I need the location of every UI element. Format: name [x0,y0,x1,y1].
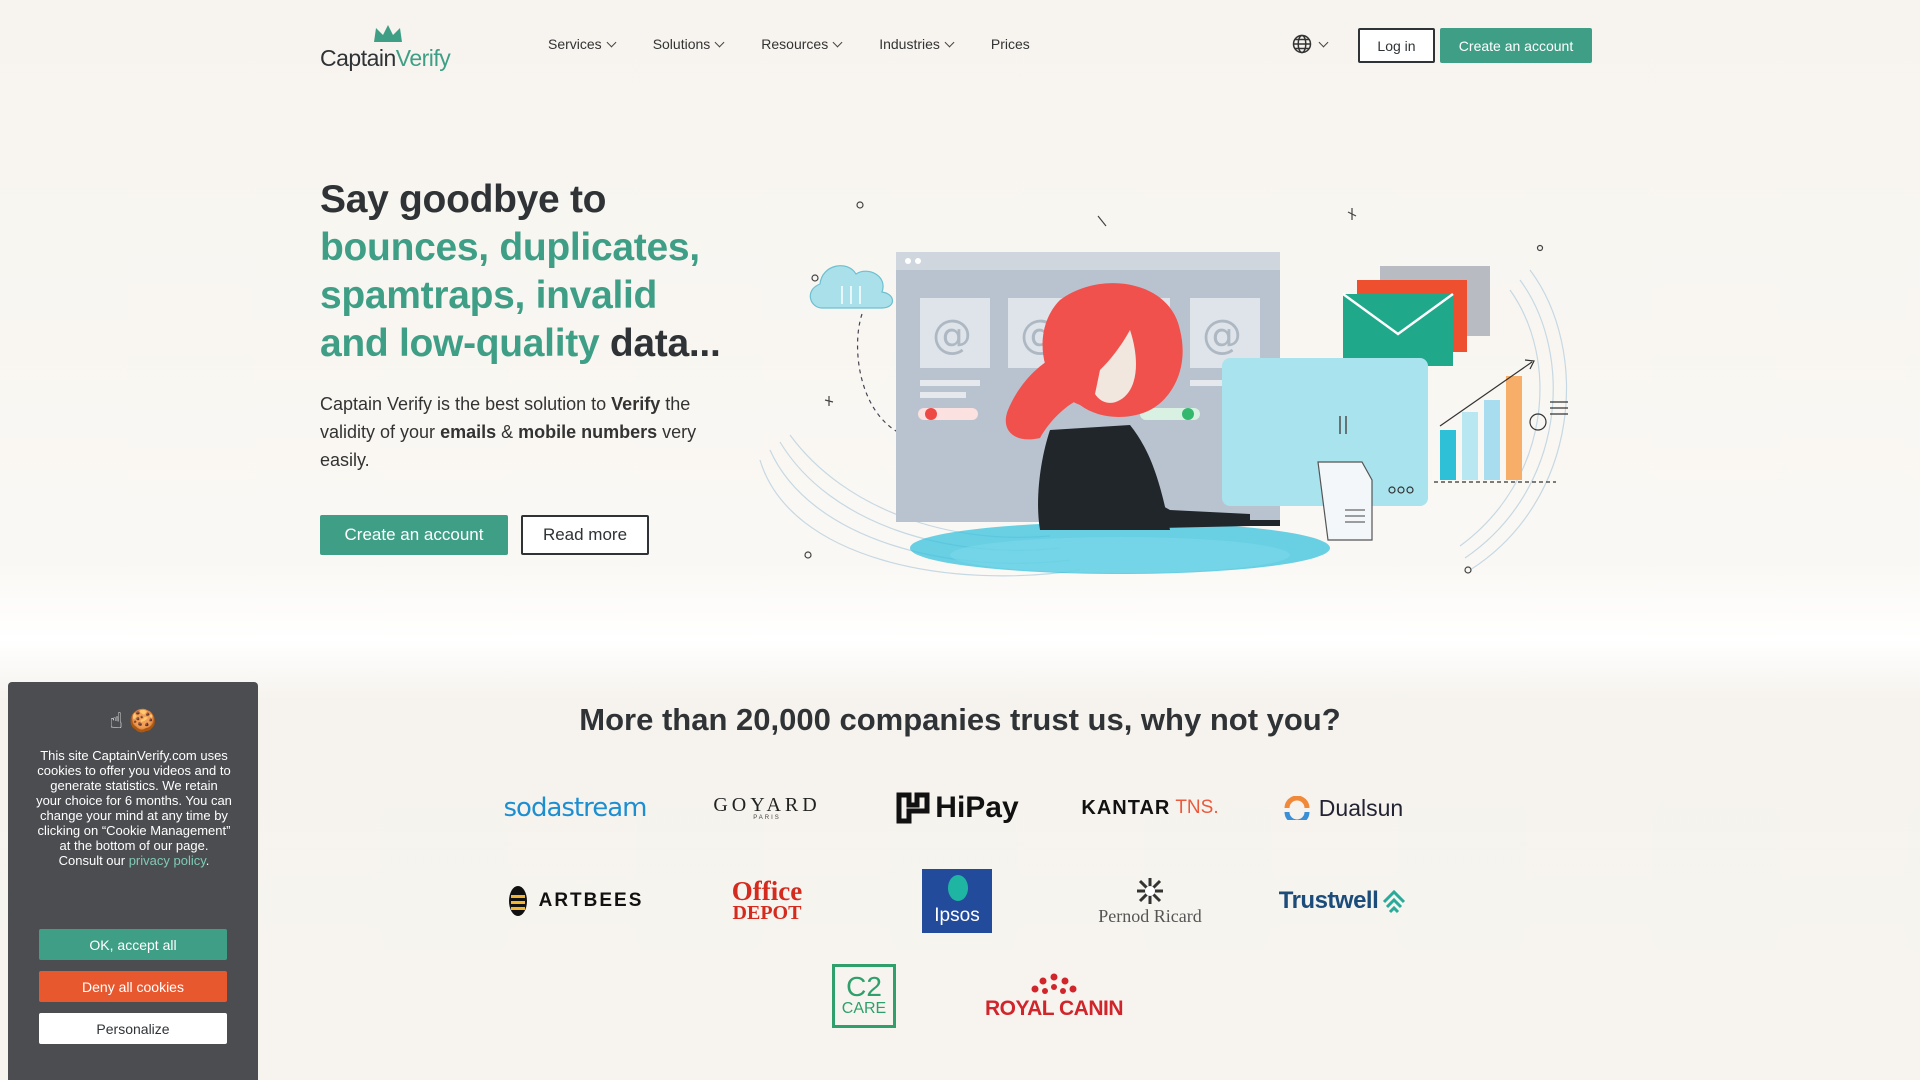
logo-wordmark: CaptainVerify [320,45,451,71]
create-account-button[interactable]: Create an account [1440,28,1592,63]
pernod-star-icon [1137,877,1163,904]
cookie-banner: ☝ 🍪 This site CaptainVerify.com uses coo… [8,682,258,1080]
captain-verify-logo[interactable]: CaptainVerify [320,24,470,74]
deny-all-cookies-button[interactable]: Deny all cookies [39,971,227,1002]
svg-text:@: @ [1202,312,1242,358]
language-selector[interactable] [1292,34,1329,54]
chevron-down-icon [944,37,955,47]
logo-c2-care: C2 CARE [779,961,949,1031]
chevron-down-icon [606,37,617,47]
hipay-mark-icon [896,792,930,824]
cookie-icon: ☝ 🍪 [109,708,157,733]
personalize-cookies-button[interactable]: Personalize [39,1013,227,1044]
dualsun-mark-icon [1284,796,1310,820]
chevron-down-icon [1318,37,1329,47]
main-nav: Services Solutions Resources Industries … [548,36,1068,52]
read-more-button[interactable]: Read more [521,515,649,555]
cloud-icon [809,265,894,309]
logo-goyard: GOYARD PARIS [713,794,821,821]
hero-illustration: @ @ @ [759,201,1568,577]
logo-dualsun: Dualsun [1258,773,1428,843]
logo-hipay: HiPay [872,773,1042,843]
hero-create-account-button[interactable]: Create an account [320,515,508,555]
logo-kantar-tns: KANTAR TNS. [1081,796,1219,819]
trustwell-mark-icon [1383,889,1406,914]
logo-artbees: ARTBEES [490,866,660,936]
logo-sodastream: sodastream [503,793,647,823]
privacy-policy-link[interactable]: privacy policy [129,853,206,868]
accept-all-cookies-button[interactable]: OK, accept all [39,929,227,960]
nav-item-services[interactable]: Services [548,36,617,52]
crown-icon [374,25,402,42]
login-button[interactable]: Log in [1358,28,1435,63]
nav-item-prices[interactable]: Prices [991,36,1030,52]
globe-icon [1292,34,1312,54]
hero-title: Say goodbye to bounces, duplicates, spam… [320,178,721,365]
logo-royal-canin: ROYAL CANIN [969,961,1139,1031]
logo-trustwell: Trustwell [1258,866,1428,936]
site-header: CaptainVerify Services Solutions Resourc… [0,0,1920,92]
logo-ipsos: Ipsos [872,866,1042,936]
nav-item-solutions[interactable]: Solutions [653,36,725,52]
artbees-bee-icon [508,886,527,916]
chevron-down-icon [832,37,843,47]
nav-item-resources[interactable]: Resources [761,36,843,52]
hero-description: Captain Verify is the best solution to V… [320,394,697,470]
logo-pernod-ricard: Pernod Ricard [1065,866,1235,936]
royal-canin-crown-icon [1031,973,1077,994]
logo-office-depot: Office DEPOT [731,876,803,924]
cookie-text: This site CaptainVerify.com uses cookies… [36,748,232,868]
trust-title: More than 20,000 companies trust us, why… [579,702,1341,737]
nav-item-industries[interactable]: Industries [879,36,955,52]
chevron-down-icon [714,37,725,47]
svg-text:@: @ [932,312,972,358]
